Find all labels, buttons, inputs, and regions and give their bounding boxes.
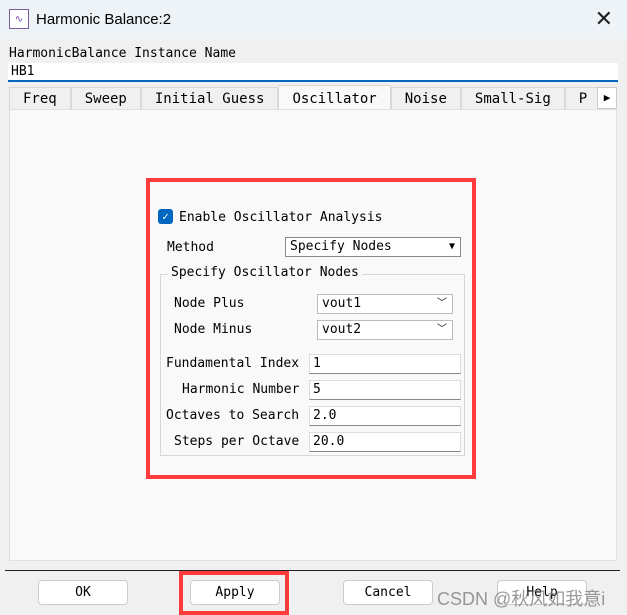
node-plus-label: Node Plus bbox=[174, 296, 245, 311]
node-minus-label: Node Minus bbox=[174, 322, 253, 337]
tab-freq[interactable]: Freq bbox=[9, 87, 71, 109]
harmonic-number-input[interactable]: 5 bbox=[309, 380, 461, 400]
method-label: Method bbox=[167, 240, 214, 255]
group-title: Specify Oscillator Nodes bbox=[168, 265, 362, 280]
watermark: CSDN @秋风如我意i bbox=[437, 589, 606, 609]
steps-label: Steps per Octave bbox=[174, 434, 300, 449]
tab-sweep[interactable]: Sweep bbox=[70, 87, 141, 109]
divider bbox=[5, 570, 620, 571]
fundamental-index-input[interactable]: 1 bbox=[309, 354, 461, 374]
enable-oscillator-checkbox[interactable]: ✓ bbox=[158, 209, 173, 224]
tab-initial-guess[interactable]: Initial Guess bbox=[140, 87, 279, 109]
instance-name-label: HarmonicBalance Instance Name bbox=[9, 46, 236, 61]
tab-oscillator[interactable]: Oscillator bbox=[278, 85, 391, 109]
tab-bar: Freq Sweep Initial Guess Oscillator Nois… bbox=[9, 85, 610, 109]
harmonic-balance-icon: ∿ bbox=[9, 9, 29, 29]
tab-noise[interactable]: Noise bbox=[390, 87, 461, 109]
harmonic-number-label: Harmonic Number bbox=[182, 382, 300, 397]
close-icon[interactable]: ✕ bbox=[595, 6, 613, 32]
apply-button[interactable]: Apply bbox=[190, 580, 280, 605]
instance-name-input[interactable]: HB1 bbox=[8, 63, 618, 82]
node-plus-select[interactable]: vout1 ﹀ bbox=[317, 294, 453, 314]
dropdown-arrow-icon: ▼ bbox=[448, 241, 455, 252]
tab-scroll-right-button[interactable]: ▶ bbox=[597, 87, 617, 109]
enable-oscillator-label: Enable Oscillator Analysis bbox=[179, 210, 383, 225]
ok-button[interactable]: OK bbox=[38, 580, 128, 605]
steps-input[interactable]: 20.0 bbox=[309, 432, 461, 452]
fundamental-index-label: Fundamental Index bbox=[166, 356, 300, 371]
octaves-input[interactable]: 2.0 bbox=[309, 406, 461, 426]
octaves-label: Octaves to Search bbox=[166, 408, 300, 423]
node-plus-value: vout1 bbox=[322, 296, 362, 311]
chevron-down-icon: ﹀ bbox=[437, 324, 447, 335]
node-minus-value: vout2 bbox=[322, 322, 362, 337]
cancel-button[interactable]: Cancel bbox=[343, 580, 433, 605]
tab-small-sig[interactable]: Small-Sig bbox=[460, 87, 565, 109]
method-value: Specify Nodes bbox=[290, 239, 392, 254]
chevron-down-icon: ﹀ bbox=[437, 298, 447, 309]
method-select[interactable]: Specify Nodes ▼ bbox=[285, 237, 461, 257]
title-bar: ∿ Harmonic Balance:2 ✕ bbox=[0, 0, 627, 38]
window-title: Harmonic Balance:2 bbox=[36, 10, 172, 28]
node-minus-select[interactable]: vout2 ﹀ bbox=[317, 320, 453, 340]
